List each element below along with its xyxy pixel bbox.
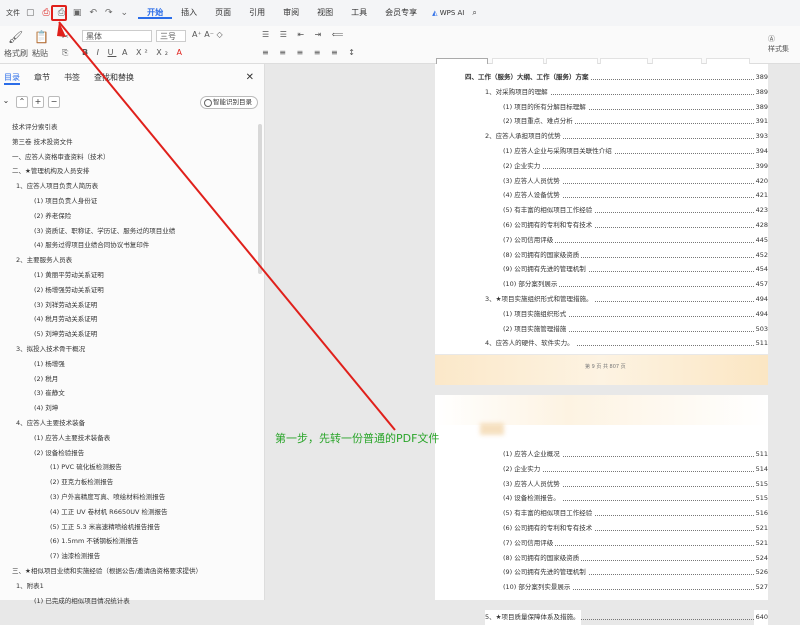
toc-entry: 5、★项目质量保障体系及措施。 640 <box>435 609 768 625</box>
red-arrow-annotation <box>57 21 396 431</box>
toc-entry-title: 5、★项目质量保障体系及措施。 <box>485 609 582 625</box>
export-pdf-highlight <box>51 5 67 21</box>
toc-entry-page: 640 <box>753 609 768 625</box>
